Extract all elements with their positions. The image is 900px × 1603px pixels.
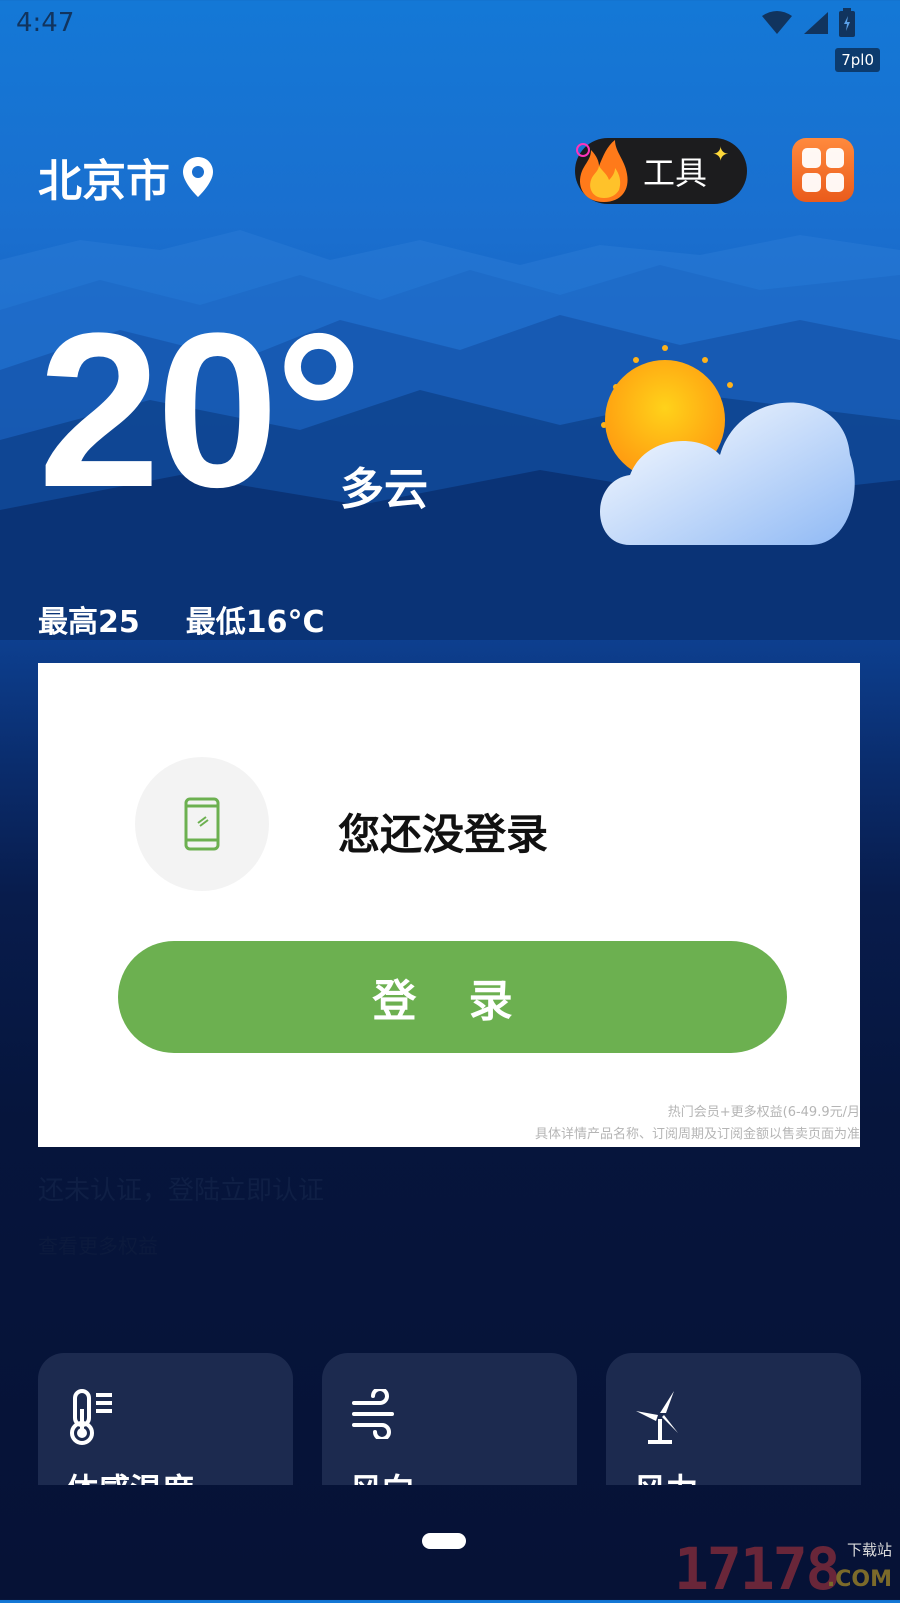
signal-icon [804, 12, 828, 34]
watermark-suffix: .COM [826, 1567, 892, 1592]
city-selector[interactable]: 北京市 [38, 145, 216, 209]
card-label: 风向 [350, 1465, 414, 1485]
login-card: 您还没登录 登 录 热门会员+更多权益(6-49.9元/月 具体详情产品名称、订… [38, 663, 860, 1147]
phone-avatar [135, 757, 269, 891]
card-label: 风力 [634, 1465, 698, 1485]
status-time: 4:47 [16, 8, 75, 38]
status-bar: 4:47 7pl0 [0, 0, 900, 72]
debug-badge: 7pl0 [835, 48, 880, 72]
watermark-number: 17178 [674, 1535, 841, 1603]
home-indicator[interactable] [422, 1533, 466, 1549]
wifi-icon [762, 11, 792, 34]
watermark-text: 下载站 [846, 1541, 892, 1559]
sparkle-icon: ✦ [712, 142, 729, 166]
login-button[interactable]: 登 录 [118, 941, 787, 1053]
more-benefits-link[interactable]: 查看更多权益 [38, 1230, 158, 1259]
tools-button[interactable]: 工具 ✦ [575, 138, 747, 204]
wind-icon [352, 1389, 394, 1439]
membership-fine-print: 热门会员+更多权益(6-49.9元/月 [667, 1105, 860, 1120]
apps-grid-button[interactable] [792, 138, 854, 202]
wind-turbine-icon [636, 1391, 678, 1444]
partly-cloudy-icon [600, 345, 855, 545]
grid-cell-icon [802, 172, 821, 192]
subscription-fine-print: 具体详情产品名称、订阅周期及订阅金额以售卖页面为准 [534, 1127, 860, 1142]
not-logged-in-title: 您还没登录 [338, 810, 549, 859]
high-temperature: 最高25 [38, 605, 140, 640]
weather-condition: 多云 [340, 464, 428, 515]
status-icons [760, 8, 856, 38]
location-pin-icon [183, 157, 213, 197]
tools-label: 工具 [642, 154, 707, 192]
grid-cell-icon [802, 148, 821, 168]
battery-icon [839, 8, 855, 37]
flame-icon [576, 140, 628, 202]
thermometer-icon [70, 1389, 112, 1445]
verification-hint[interactable]: 还未认证，登陆立即认证 [38, 1170, 324, 1207]
grid-cell-icon [825, 172, 844, 192]
phone-icon [184, 797, 220, 851]
high-low-temperature: 最高25 最低16°C [38, 597, 325, 641]
feels-like-card[interactable]: 体感温度 [38, 1353, 293, 1485]
detail-cards: 体感温度 风向 风力 [38, 1353, 862, 1485]
watermark-logo: 17178 下载站 .COM [674, 1535, 894, 1603]
low-temperature: 最低16°C [185, 605, 325, 640]
current-temperature: 20° [38, 287, 363, 533]
grid-cell-icon [825, 148, 844, 168]
card-label: 体感温度 [66, 1465, 194, 1485]
wind-force-card[interactable]: 风力 [606, 1353, 861, 1485]
wind-direction-card[interactable]: 风向 [322, 1353, 577, 1485]
city-name: 北京市 [38, 156, 170, 207]
